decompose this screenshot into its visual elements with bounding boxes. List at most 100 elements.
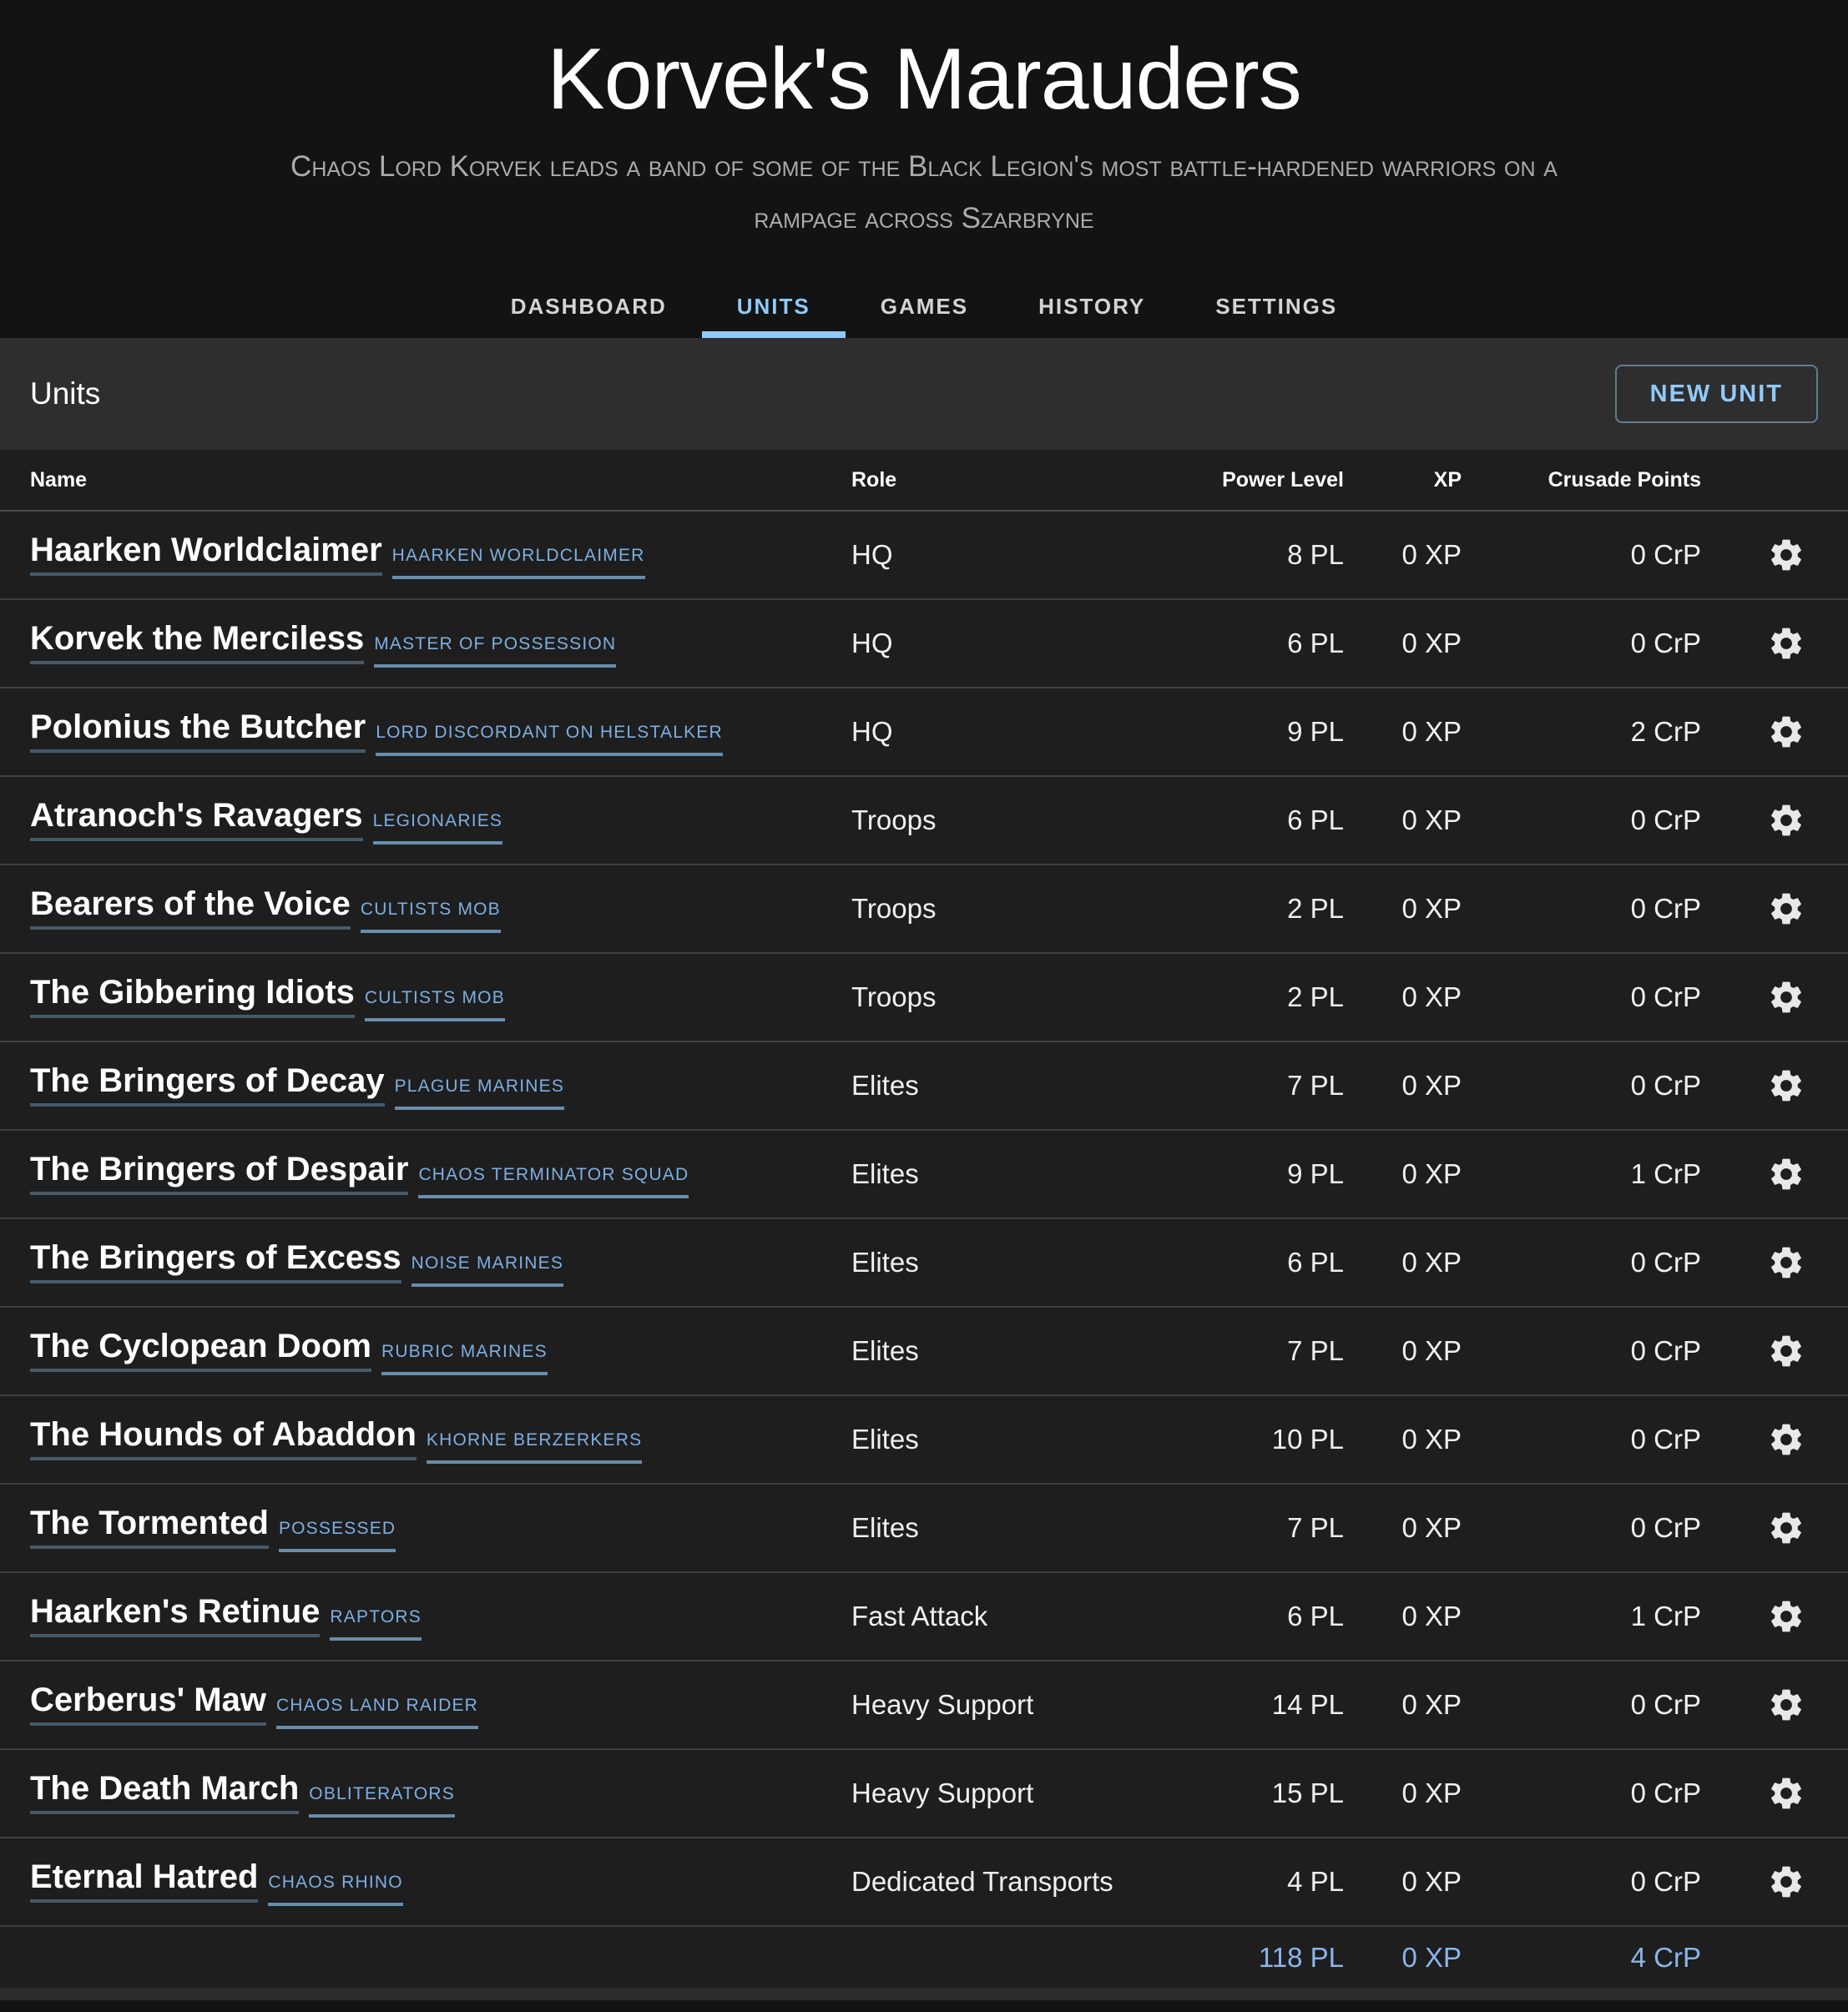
table-row: Korvek the MercilessMASTER OF POSSESSION… <box>0 600 1848 688</box>
table-row: Bearers of the VoiceCULTISTS MOB Troops … <box>0 865 1848 954</box>
tab-settings[interactable]: Settings <box>1180 275 1372 338</box>
unit-link[interactable]: The Hounds of Abaddon KHORNE BERZERKERS <box>30 1416 642 1464</box>
unit-link[interactable]: The Gibbering IdiotsCULTISTS MOB <box>30 974 505 1021</box>
unit-settings-button[interactable] <box>1766 1596 1806 1636</box>
unit-link[interactable]: Polonius the Butcher LORD DISCORDANT ON H… <box>30 708 723 756</box>
unit-role: Troops <box>851 893 1177 925</box>
unit-crusade-points: 0 CrP <box>1462 1778 1701 1809</box>
unit-role: HQ <box>851 628 1177 659</box>
unit-link[interactable]: Haarken's RetinueRAPTORS <box>30 1593 422 1641</box>
unit-xp: 0 XP <box>1344 1512 1462 1544</box>
unit-link[interactable]: Atranoch's RavagersLEGIONARIES <box>30 797 502 845</box>
unit-link[interactable]: Cerberus' MawCHAOS LAND RAIDER <box>30 1682 478 1729</box>
unit-settings-button[interactable] <box>1766 889 1806 929</box>
table-row: Eternal HatredCHAOS RHINO Dedicated Tran… <box>0 1838 1848 1927</box>
next-section-edge <box>0 1988 1848 2000</box>
unit-crusade-points: 0 CrP <box>1462 539 1701 571</box>
unit-name: Bearers of the Voice <box>30 885 351 930</box>
unit-link[interactable]: The Bringers of Despair CHAOS TERMINATOR … <box>30 1151 689 1198</box>
unit-settings-button[interactable] <box>1766 1685 1806 1725</box>
unit-datasheet: CHAOS TERMINATOR SQUAD <box>418 1165 689 1198</box>
unit-settings-button[interactable] <box>1766 1862 1806 1902</box>
table-row: Haarken's RetinueRAPTORS Fast Attack 6 P… <box>0 1573 1848 1662</box>
unit-settings-button[interactable] <box>1766 1154 1806 1194</box>
unit-datasheet: RUBRIC MARINES <box>381 1342 548 1375</box>
unit-settings-button[interactable] <box>1766 623 1806 663</box>
unit-settings-button[interactable] <box>1766 1508 1806 1548</box>
unit-settings-button[interactable] <box>1766 800 1806 840</box>
new-unit-button[interactable]: New Unit <box>1615 365 1818 423</box>
gear-icon <box>1767 890 1805 928</box>
gear-icon <box>1767 1509 1805 1547</box>
page-title: Korvek's Marauders <box>0 23 1848 136</box>
unit-crusade-points: 0 CrP <box>1462 1070 1701 1102</box>
gear-icon <box>1767 978 1805 1016</box>
tab-label: History <box>1038 294 1145 320</box>
unit-settings-button[interactable] <box>1766 1773 1806 1813</box>
tab-dashboard[interactable]: Dashboard <box>476 275 702 338</box>
unit-datasheet: KHORNE BERZERKERS <box>427 1430 642 1464</box>
unit-link[interactable]: Eternal HatredCHAOS RHINO <box>30 1858 403 1906</box>
unit-role: Elites <box>851 1158 1177 1190</box>
tab-history[interactable]: History <box>1003 275 1180 338</box>
table-body: Haarken WorldclaimerHAARKEN WORLDCLAIMER… <box>0 512 1848 1927</box>
unit-settings-button[interactable] <box>1766 535 1806 575</box>
unit-name: The Hounds of Abaddon <box>30 1416 417 1460</box>
unit-datasheet: CULTISTS MOB <box>365 988 505 1021</box>
table-row: Atranoch's RavagersLEGIONARIES Troops 6 … <box>0 777 1848 865</box>
column-header-crusade-points: Crusade Points <box>1462 468 1701 492</box>
column-header-power-level: Power Level <box>1177 468 1344 492</box>
unit-datasheet: PLAGUE MARINES <box>395 1077 565 1110</box>
unit-datasheet: LEGIONARIES <box>373 811 503 845</box>
unit-name: Korvek the Merciless <box>30 620 364 664</box>
unit-crusade-points: 0 CrP <box>1462 1512 1701 1544</box>
gear-icon <box>1767 1597 1805 1636</box>
unit-settings-button[interactable] <box>1766 1419 1806 1460</box>
unit-name: Haarken's Retinue <box>30 1593 320 1637</box>
gear-icon <box>1767 1686 1805 1724</box>
nav-tabs: Dashboard Units Games History Settings <box>0 275 1848 338</box>
totals-row: 118 PL 0 XP 4 CrP <box>0 1927 1848 1988</box>
table-row: The Gibbering IdiotsCULTISTS MOB Troops … <box>0 954 1848 1042</box>
unit-link[interactable]: The Cyclopean DoomRUBRIC MARINES <box>30 1328 548 1375</box>
unit-settings-button[interactable] <box>1766 712 1806 752</box>
table-row: The Hounds of AbaddonKHORNE BERZERKERS E… <box>0 1396 1848 1485</box>
unit-datasheet: HAARKEN WORLDCLAIMER <box>392 546 645 579</box>
unit-name: Polonius the Butcher <box>30 708 366 753</box>
unit-link[interactable]: Haarken WorldclaimerHAARKEN WORLDCLAIMER <box>30 532 645 579</box>
table-row: The TormentedPOSSESSED Elites 7 PL 0 XP … <box>0 1485 1848 1573</box>
tab-units[interactable]: Units <box>702 275 846 338</box>
unit-link[interactable]: Bearers of the VoiceCULTISTS MOB <box>30 885 501 933</box>
unit-datasheet: LORD DISCORDANT ON HELSTALKER <box>376 723 723 756</box>
unit-link[interactable]: Korvek the MercilessMASTER OF POSSESSION <box>30 620 616 668</box>
unit-settings-button[interactable] <box>1766 1331 1806 1371</box>
units-table: Name Role Power Level XP Crusade Points … <box>0 450 1848 1988</box>
unit-settings-button[interactable] <box>1766 977 1806 1017</box>
tab-label: Units <box>737 294 810 320</box>
unit-link[interactable]: The Death MarchOBLITERATORS <box>30 1770 455 1818</box>
unit-settings-button[interactable] <box>1766 1066 1806 1106</box>
gear-icon <box>1767 1067 1805 1105</box>
unit-power-level: 7 PL <box>1177 1070 1344 1102</box>
units-toolbar: Units New Unit <box>0 338 1848 450</box>
unit-crusade-points: 0 CrP <box>1462 981 1701 1013</box>
unit-settings-button[interactable] <box>1766 1243 1806 1283</box>
unit-role: Dedicated Transports <box>851 1866 1177 1898</box>
unit-crusade-points: 0 CrP <box>1462 1424 1701 1455</box>
total-crusade-points: 4 CrP <box>1462 1942 1701 1974</box>
gear-icon <box>1767 1155 1805 1193</box>
unit-link[interactable]: The Bringers of DecayPLAGUE MARINES <box>30 1062 564 1110</box>
unit-link[interactable]: The TormentedPOSSESSED <box>30 1505 396 1552</box>
unit-link[interactable]: The Bringers of ExcessNOISE MARINES <box>30 1239 563 1287</box>
unit-name: The Bringers of Despair <box>30 1151 408 1195</box>
unit-datasheet: NOISE MARINES <box>412 1253 563 1287</box>
unit-power-level: 2 PL <box>1177 893 1344 925</box>
tab-games[interactable]: Games <box>846 275 1003 338</box>
table-row: Haarken WorldclaimerHAARKEN WORLDCLAIMER… <box>0 512 1848 600</box>
unit-power-level: 6 PL <box>1177 628 1344 659</box>
unit-xp: 0 XP <box>1344 1247 1462 1278</box>
unit-power-level: 10 PL <box>1177 1424 1344 1455</box>
active-tab-indicator <box>702 331 846 338</box>
unit-power-level: 6 PL <box>1177 1601 1344 1632</box>
table-row: The Cyclopean DoomRUBRIC MARINES Elites … <box>0 1308 1848 1396</box>
